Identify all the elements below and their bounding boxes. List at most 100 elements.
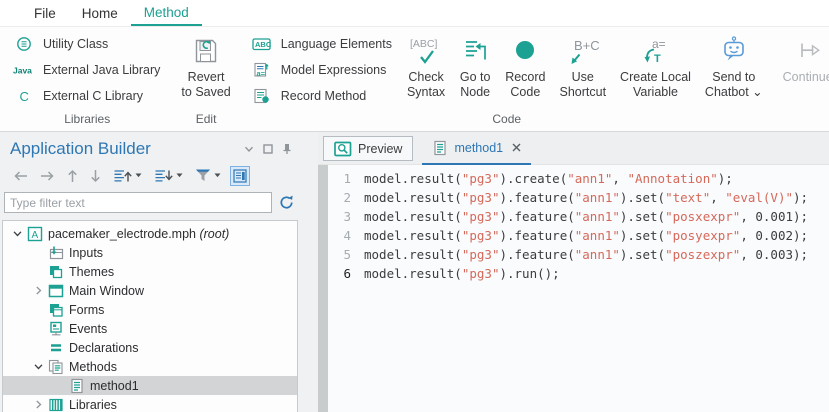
dropdown-caret-icon <box>214 173 221 178</box>
tree-toolbar <box>0 159 318 192</box>
tree-item-forms[interactable]: Forms <box>3 300 297 319</box>
ribbon-button-revert-to-saved[interactable]: Revertto Saved <box>174 27 237 100</box>
tree-item-method1[interactable]: method1 <box>3 376 297 395</box>
code-line-4[interactable]: 4model.result("pg3").feature("ann1").set… <box>328 226 829 245</box>
up-arrow-icon <box>67 169 78 183</box>
application-builder-panel: Application Builder Apacemaker_electrode… <box>0 132 318 412</box>
pin-icon[interactable] <box>282 143 292 155</box>
tree-item-declarations[interactable]: Declarations <box>3 338 297 357</box>
tree-item-libraries[interactable]: Libraries <box>3 395 297 412</box>
app-root-icon: A <box>27 226 43 242</box>
code-line-2[interactable]: 2model.result("pg3").feature("ann1").set… <box>328 188 829 207</box>
send-to-chatbot-icon <box>718 35 750 67</box>
tree-item-main-window[interactable]: Main Window <box>3 281 297 300</box>
chevron-right <box>34 400 43 409</box>
method-file-icon <box>432 140 448 156</box>
ribbon-tab-bar: FileHomeMethod <box>0 0 829 27</box>
editor-tab-preview[interactable]: Preview <box>323 136 413 161</box>
svg-text:a=: a= <box>652 37 666 51</box>
filter-icon <box>195 168 211 183</box>
ribbon-button-send-to-chatbot[interactable]: Send toChatbot ⌄ <box>698 27 770 100</box>
go-to-node-icon <box>459 35 491 67</box>
ribbon-button-external-java-library[interactable]: JavaExternal Java Library <box>12 59 160 80</box>
ribbon-button-go-to-node[interactable]: Go toNode <box>452 27 498 100</box>
ribbon-group-libraries: Utility Class JavaExternal Java Library CE… <box>6 27 168 131</box>
ribbon: FileHomeMethod Utility Class JavaExternal… <box>0 0 829 132</box>
method-file-icon <box>69 378 85 394</box>
code-editor[interactable]: 1model.result("pg3").create("ann1", "Ann… <box>318 165 829 412</box>
code-line-5[interactable]: 5model.result("pg3").feature("ann1").set… <box>328 245 829 264</box>
record-code-icon <box>509 35 541 67</box>
list-up-icon <box>113 169 132 183</box>
float-icon[interactable] <box>263 144 273 154</box>
ribbon-button-create-local-variable[interactable]: a=TCreate LocalVariable <box>613 27 698 100</box>
forms-icon <box>48 302 64 318</box>
refresh-icon[interactable] <box>279 195 294 210</box>
line-number: 6 <box>328 264 364 283</box>
group-label-code: Code <box>244 112 770 131</box>
ribbon-button-model-expressions[interactable]: a=Model Expressions <box>250 59 392 80</box>
ribbon-body: Utility ClassJavaExternal Java LibraryCE… <box>0 27 829 131</box>
code-line-1[interactable]: 1model.result("pg3").create("ann1", "Ann… <box>328 169 829 188</box>
svg-text:a=: a= <box>257 68 266 77</box>
ribbon-button-language-elements[interactable]: ABCLanguage Elements <box>250 33 392 54</box>
toolbar-button-up-arrow[interactable] <box>64 166 81 186</box>
toolbar-button-filter[interactable] <box>192 165 224 186</box>
tree-item-events[interactable]: Events <box>3 319 297 338</box>
marker-bar <box>318 165 328 412</box>
ribbon-button-utility-class[interactable]: Utility Class <box>12 33 160 54</box>
chevron-right <box>34 286 43 295</box>
continue-icon <box>792 35 824 67</box>
main-area: Application Builder Apacemaker_electrode… <box>0 132 829 412</box>
tree-expander[interactable] <box>9 229 25 238</box>
ribbon-group-edit: Revertto Saved Edit <box>174 27 237 131</box>
record-method-icon <box>253 88 270 104</box>
ribbon-button-check-syntax[interactable]: [ABC]CheckSyntax <box>400 27 452 100</box>
toolbar-button-forward-arrow[interactable] <box>37 167 58 185</box>
tree-expander[interactable] <box>30 400 46 409</box>
close-tab-icon[interactable] <box>512 143 521 152</box>
ribbon-button-external-c-library[interactable]: CExternal C Library <box>12 85 160 106</box>
events-icon <box>48 321 64 337</box>
list-down-icon <box>154 169 173 183</box>
line-number: 2 <box>328 188 364 207</box>
group-label-edit: Edit <box>174 112 237 131</box>
forward-arrow-icon <box>40 170 55 182</box>
revert-to-saved-icon <box>192 37 220 65</box>
group-label-libraries: Libraries <box>6 112 168 131</box>
chevron-down <box>13 229 22 238</box>
preview-icon <box>334 141 352 157</box>
panel-chevron-icon[interactable] <box>244 145 254 153</box>
ribbon-button-use-shortcut[interactable]: B+CUseShortcut <box>552 27 613 100</box>
editor-tab-method1[interactable]: method1 <box>422 133 531 165</box>
tree-item-inputs[interactable]: Inputs <box>3 243 297 262</box>
toolbar-button-list-down[interactable] <box>151 166 186 186</box>
code-line-3[interactable]: 3model.result("pg3").feature("ann1").set… <box>328 207 829 226</box>
language-elements-icon: ABC <box>252 36 271 52</box>
ribbon-group-code: ABCLanguage Elements a=Model Expressions R… <box>244 27 770 131</box>
ribbon-button-record-method[interactable]: Record Method <box>250 85 392 106</box>
ribbon-button-record-code[interactable]: RecordCode <box>498 27 552 100</box>
ribbon-tab-file[interactable]: File <box>21 0 69 26</box>
code-line-6[interactable]: 6model.result("pg3").run(); <box>328 264 829 283</box>
svg-text:ABC: ABC <box>255 40 271 49</box>
ribbon-button-continue: Continue <box>776 27 829 85</box>
toolbar-button-list-up[interactable] <box>110 166 145 186</box>
svg-text:C: C <box>20 89 29 104</box>
toolbar-button-down-arrow[interactable] <box>87 166 104 186</box>
tree-expander[interactable] <box>30 362 46 371</box>
code-area[interactable]: 1model.result("pg3").create("ann1", "Ann… <box>328 165 829 412</box>
toolbar-button-form-view[interactable] <box>230 166 250 186</box>
tree-item-pacemaker-electrode-mph[interactable]: Apacemaker_electrode.mph (root) <box>3 224 297 243</box>
ribbon-tab-method[interactable]: Method <box>131 0 202 26</box>
tree-expander[interactable] <box>30 286 46 295</box>
use-shortcut-icon: B+C <box>565 35 601 67</box>
tree-item-themes[interactable]: Themes <box>3 262 297 281</box>
editor-tab-bar: Preview method1 <box>318 132 829 165</box>
ribbon-tab-home[interactable]: Home <box>69 0 131 26</box>
tree-item-methods[interactable]: Methods <box>3 357 297 376</box>
toolbar-button-back-arrow[interactable] <box>10 167 31 185</box>
down-arrow-icon <box>90 169 101 183</box>
filter-input[interactable] <box>4 192 272 213</box>
inputs-icon <box>48 245 64 261</box>
